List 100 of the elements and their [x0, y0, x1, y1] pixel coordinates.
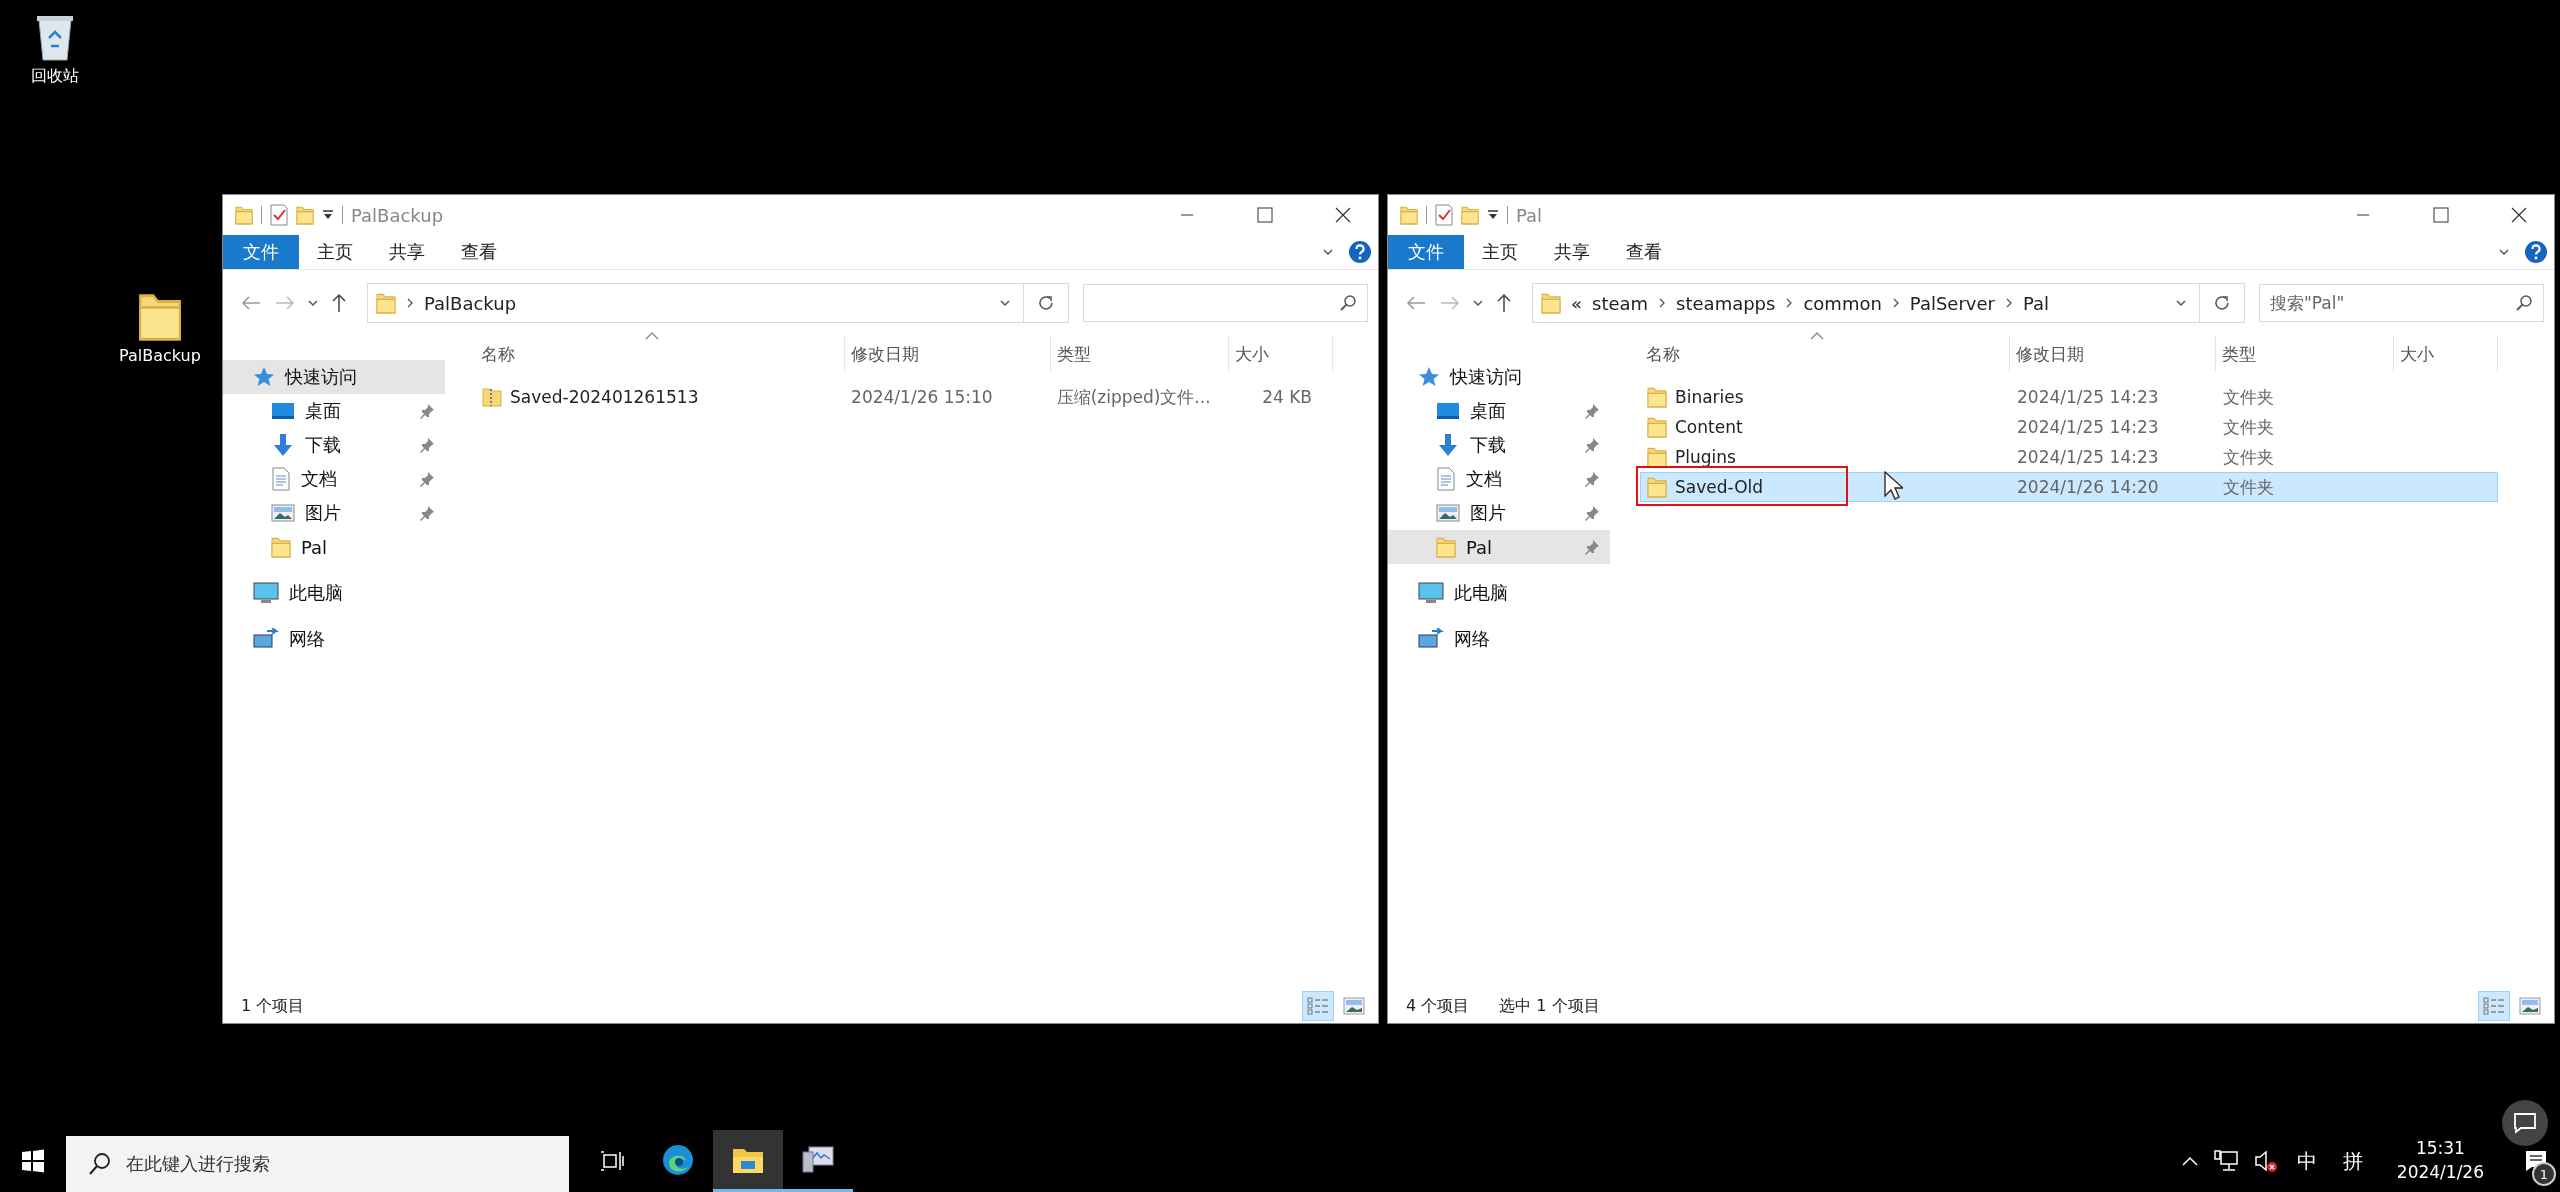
breadcrumb-segment[interactable]: PalBackup [424, 292, 517, 314]
sort-caret-icon [1810, 332, 1824, 340]
file-row[interactable]: Binaries 2024/1/25 14:23 文件夹 [1640, 382, 2498, 412]
desktop-icon [1436, 401, 1460, 421]
file-name: Saved-202401261513 [510, 387, 699, 407]
chevron-up-icon[interactable] [2180, 1155, 2199, 1167]
chevron-right-icon [1658, 297, 1667, 309]
breadcrumb-segment[interactable]: Pal [2022, 292, 2050, 314]
expand-ribbon-icon[interactable] [2498, 246, 2512, 258]
modified-date: 2024/1/26 14:20 [2016, 476, 2160, 499]
desktop-icon-label[interactable]: PalBackup [119, 346, 201, 365]
column-header[interactable]: 类型 [2216, 336, 2394, 372]
address-bar[interactable]: PalBackup [367, 283, 1024, 323]
sidebar-item[interactable]: 桌面 [223, 394, 445, 428]
recent-locations-icon[interactable] [307, 297, 317, 309]
sidebar-item[interactable]: Pal [223, 530, 445, 564]
breadcrumb-segment[interactable]: common [1803, 292, 1882, 314]
column-header[interactable]: 名称 [1640, 336, 2010, 372]
network-icon[interactable] [2212, 1149, 2239, 1173]
back-arrow-icon[interactable] [1406, 295, 1426, 311]
column-header[interactable]: 大小 [2394, 336, 2498, 372]
zip-folder-icon [482, 386, 502, 408]
up-arrow-icon[interactable] [331, 293, 347, 313]
file-row[interactable]: Saved-202401261513 2024/1/26 15:10 压缩(zipped)文件... 24 KB [475, 382, 1333, 412]
search-field[interactable] [1083, 284, 1368, 322]
sidebar-item[interactable]: 网络 [223, 622, 445, 656]
window-title: Pal [1516, 204, 1544, 226]
network-icon [253, 628, 279, 650]
expand-ribbon-icon[interactable] [1322, 246, 1336, 258]
clock-time[interactable]: 15:31 [2415, 1137, 2465, 1161]
sidebar-item[interactable]: 快速访问 [1388, 360, 1610, 394]
overflow-indicator[interactable]: « [1571, 292, 1582, 314]
column-header[interactable]: 类型 [1051, 336, 1229, 372]
picture-icon [1343, 997, 1365, 1015]
sidebar-item[interactable]: 图片 [223, 496, 445, 530]
file-row[interactable]: Content 2024/1/25 14:23 文件夹 [1640, 412, 2498, 442]
sidebar-item[interactable]: 网络 [1388, 622, 1610, 656]
refresh-button[interactable] [1023, 283, 1069, 323]
column-header[interactable]: 名称 [475, 336, 845, 372]
window-title: PalBackup [351, 204, 445, 226]
sidebar-item[interactable]: 下载 [1388, 428, 1610, 462]
sidebar-item[interactable]: 此电脑 [1388, 576, 1610, 610]
ribbon-tab[interactable]: 查看 [1608, 235, 1680, 269]
close-icon [1335, 207, 1351, 223]
file-size: 24 KB [1261, 386, 1313, 409]
breadcrumb-segment[interactable]: steam [1592, 292, 1649, 314]
ribbon-tab[interactable]: 文件 [1388, 235, 1464, 269]
chat-bubble-icon [2513, 1112, 2537, 1134]
sidebar-item[interactable]: 文档 [223, 462, 445, 496]
ribbon-tab[interactable]: 文件 [223, 235, 299, 269]
muted-speaker-icon[interactable] [2252, 1149, 2277, 1173]
file-type: 文件夹 [2222, 385, 2275, 409]
chat-bubble-button[interactable] [2502, 1100, 2548, 1146]
taskbar-app-button[interactable] [713, 1130, 783, 1192]
address-dropdown-icon[interactable] [999, 297, 1013, 309]
modified-date: 2024/1/26 15:10 [850, 386, 994, 409]
file-row[interactable]: Plugins 2024/1/25 14:23 文件夹 [1640, 442, 2498, 472]
sidebar-item[interactable]: Pal [1388, 530, 1610, 564]
column-header[interactable]: 大小 [1229, 336, 1333, 372]
breadcrumb-segment[interactable]: steamapps [1676, 292, 1776, 314]
windows-logo-icon [21, 1149, 45, 1173]
sidebar-item[interactable]: 图片 [1388, 496, 1610, 530]
up-arrow-icon[interactable] [1496, 293, 1512, 313]
ribbon-tab[interactable]: 主页 [299, 235, 371, 269]
input-method-indicator[interactable]: 中 [2290, 1147, 2323, 1175]
download-icon [271, 433, 295, 457]
new-folder-icon [1461, 205, 1479, 225]
refresh-button[interactable] [2199, 283, 2245, 323]
taskbar-search-field[interactable]: 在此键入进行搜索 [66, 1136, 569, 1192]
folder-icon [271, 536, 291, 558]
sidebar-item[interactable]: 下载 [223, 428, 445, 462]
column-header[interactable]: 修改日期 [845, 336, 1051, 372]
sidebar-item[interactable]: 此电脑 [223, 576, 445, 610]
ribbon-tab[interactable]: 查看 [443, 235, 515, 269]
recent-locations-icon[interactable] [1472, 297, 1482, 309]
status-text: 1 个项目 [241, 995, 305, 1017]
back-arrow-icon[interactable] [241, 295, 261, 311]
ribbon-tab[interactable]: 主页 [1464, 235, 1536, 269]
file-type: 文件夹 [2222, 475, 2275, 499]
address-bar[interactable]: « steam steamapps common PalServer Pal [1532, 283, 2200, 323]
address-dropdown-icon[interactable] [2175, 297, 2189, 309]
desktop-icon-label[interactable]: 回收站 [31, 66, 79, 87]
sidebar-item[interactable]: 桌面 [1388, 394, 1610, 428]
ribbon-tab[interactable]: 共享 [371, 235, 443, 269]
breadcrumb-segment[interactable]: PalServer [1909, 292, 1995, 314]
column-header[interactable]: 修改日期 [2010, 336, 2216, 372]
sidebar-item[interactable]: 文档 [1388, 462, 1610, 496]
help-icon[interactable] [2524, 240, 2548, 264]
file-row[interactable]: Saved-Old 2024/1/26 14:20 文件夹 [1640, 472, 2498, 502]
computer-icon [1418, 582, 1444, 604]
help-icon[interactable] [1348, 240, 1372, 264]
search-field[interactable]: 搜索"Pal" [2259, 284, 2544, 322]
clock-date[interactable]: 2024/1/26 [2396, 1161, 2484, 1185]
properties-icon[interactable] [270, 204, 288, 226]
file-type: 文件夹 [2222, 415, 2275, 439]
input-method-indicator[interactable]: 拼 [2336, 1147, 2369, 1175]
ribbon-tab[interactable]: 共享 [1536, 235, 1608, 269]
star-icon [253, 366, 275, 388]
properties-icon[interactable] [1435, 204, 1453, 226]
sidebar-item[interactable]: 快速访问 [223, 360, 445, 394]
